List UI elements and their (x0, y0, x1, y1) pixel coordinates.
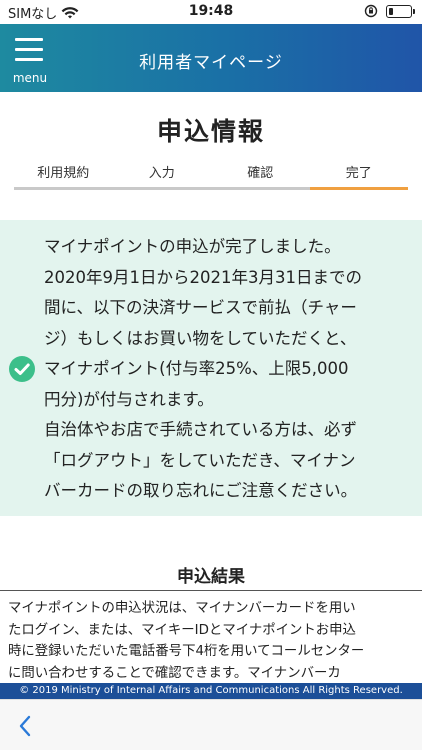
status-right (364, 4, 415, 18)
status-bar: SIMなし 19:48 (0, 0, 422, 24)
header-title: 利用者マイページ (139, 53, 283, 73)
status-time: 19:48 (188, 3, 234, 19)
copyright-footer: © 2019 Ministry of Internal Affairs and … (0, 683, 422, 699)
step-bar (112, 187, 211, 190)
step-confirm: 確認 (211, 160, 310, 190)
chevron-left-icon (19, 715, 31, 737)
bottom-toolbar (0, 699, 422, 750)
app-header: menu 利用者マイページ (0, 24, 422, 92)
step-bar (14, 187, 113, 190)
check-circle-icon (9, 356, 35, 382)
step-label: 完了 (345, 166, 372, 181)
step-label: 確認 (247, 166, 274, 181)
step-complete: 完了 (309, 160, 408, 190)
result-description: マイナポイントの申込状況は、マイナンバーカードを用い たログイン、または、マイキ… (8, 601, 365, 681)
completion-message: マイナポイントの申込が完了しました。 2020年9月1日から2021年3月31日… (44, 237, 362, 500)
step-terms: 利用規約 (14, 160, 113, 190)
menu-label: menu (12, 71, 48, 85)
step-label: 利用規約 (37, 166, 90, 181)
battery-icon (386, 4, 415, 18)
completion-notice: マイナポイントの申込が完了しました。 2020年9月1日から2021年3月31日… (0, 220, 422, 516)
step-input: 入力 (112, 160, 211, 190)
orientation-lock-icon (364, 4, 378, 18)
back-button[interactable] (12, 712, 40, 740)
step-label: 入力 (148, 166, 175, 181)
section-divider (0, 590, 422, 591)
step-bar (211, 187, 310, 190)
hamburger-icon (15, 38, 43, 41)
step-bar (309, 187, 408, 190)
battery-level (389, 7, 393, 15)
result-section-title: 申込結果 (177, 567, 245, 587)
page-title: 申込情報 (156, 117, 265, 146)
progress-steps: 利用規約 入力 確認 完了 (14, 160, 408, 190)
